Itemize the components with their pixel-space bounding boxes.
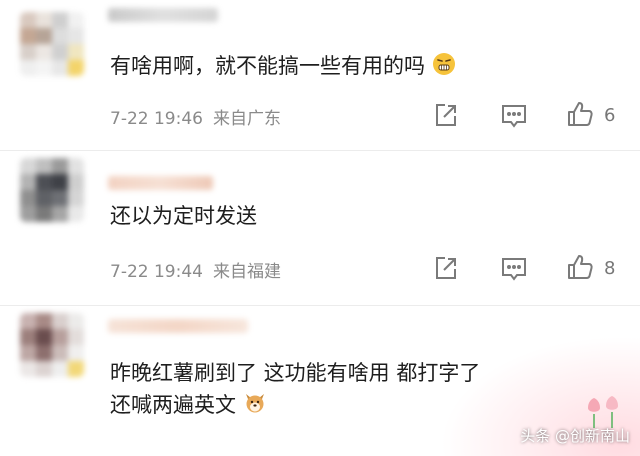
watermark: 头条 @创新南山 (520, 427, 630, 445)
like-count: 6 (604, 105, 616, 126)
comment-text-line-2: 还喊两遍英文 (110, 389, 480, 421)
comment-time: 7-22 19:46 (110, 109, 203, 129)
comment-2: 还以为定时发送 7-22 19:44 来自福建 8 (0, 150, 640, 305)
like-count: 8 (604, 258, 616, 279)
comment-text-content: 还喊两遍英文 (110, 393, 236, 417)
comment-location: 来自广东 (212, 109, 281, 129)
username-blurred[interactable] (108, 8, 218, 22)
avatar[interactable] (20, 313, 84, 377)
avatar[interactable] (20, 158, 84, 222)
comment-meta: 7-22 19:46 来自广东 (110, 104, 281, 129)
thumbs-up-icon[interactable] (566, 100, 594, 128)
username-blurred[interactable] (108, 319, 248, 333)
comment-text: 还以为定时发送 (110, 200, 257, 232)
reply-icon[interactable] (500, 102, 528, 130)
comment-text: 有啥用啊，就不能搞一些有用的吗 (110, 50, 456, 82)
thumbs-up-icon[interactable] (566, 253, 594, 281)
comment-text-content: 还以为定时发送 (110, 204, 257, 228)
grimace-face-icon (432, 53, 455, 75)
avatar[interactable] (20, 12, 84, 76)
comment-1: 有啥用啊，就不能搞一些有用的吗 7-22 19:46 来自广东 6 (0, 0, 640, 150)
comment-time: 7-22 19:44 (110, 262, 203, 282)
dog-face-icon (245, 394, 264, 413)
reply-icon[interactable] (500, 255, 528, 283)
comment-meta: 7-22 19:44 来自福建 (110, 257, 281, 282)
share-icon[interactable] (432, 254, 460, 282)
share-icon[interactable] (432, 101, 460, 129)
comment-text-content: 有啥用啊，就不能搞一些有用的吗 (110, 54, 425, 78)
username-blurred[interactable] (108, 176, 213, 190)
comment-location: 来自福建 (212, 262, 281, 282)
comment-text-line: 昨晚红薯刷到了 这功能有啥用 都打字了 (110, 361, 481, 385)
comment-text: 昨晚红薯刷到了 这功能有啥用 都打字了 还喊两遍英文 (110, 357, 480, 421)
